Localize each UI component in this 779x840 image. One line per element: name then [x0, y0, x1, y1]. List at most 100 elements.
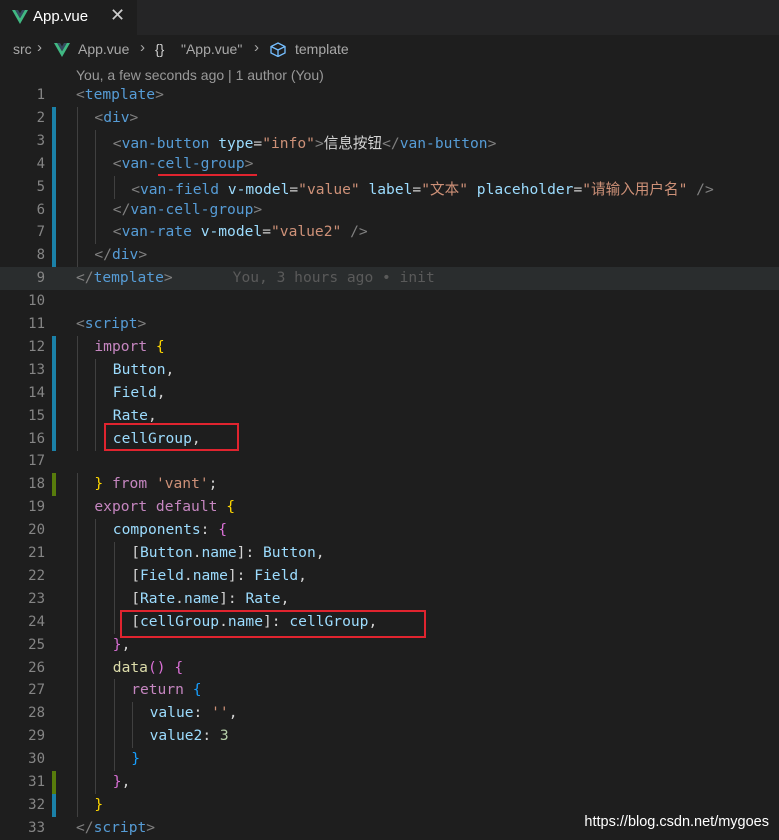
- code-token: v-model: [200, 223, 263, 241]
- code-line[interactable]: 28 value: '',: [0, 702, 779, 726]
- line-number: 20: [28, 522, 45, 539]
- line-number: 33: [28, 819, 45, 836]
- code-line[interactable]: 22 [Field.name]: Field,: [0, 564, 779, 588]
- git-added-indicator[interactable]: [52, 221, 56, 245]
- code-line[interactable]: 30}: [0, 748, 779, 772]
- git-added-indicator[interactable]: [52, 244, 56, 268]
- code-token: }: [94, 475, 104, 493]
- code-line[interactable]: 4 <van-cell-group>: [0, 152, 779, 176]
- code-line[interactable]: 21 [Button.name]: Button,: [0, 542, 779, 565]
- tab-app-vue[interactable]: App.vue ✕: [0, 0, 137, 35]
- code-line[interactable]: 6 </van-cell-group>: [0, 198, 779, 222]
- code-token: "请输入用户名": [582, 180, 688, 198]
- code-text: Button,: [113, 361, 175, 378]
- git-added-indicator[interactable]: [52, 106, 56, 130]
- code-line[interactable]: 19 export default {: [0, 496, 779, 520]
- line-number: 18: [28, 476, 45, 493]
- git-added-indicator[interactable]: [52, 335, 56, 359]
- line-number: 10: [28, 293, 45, 310]
- breadcrumb-file[interactable]: App.vue: [78, 41, 129, 57]
- code-text: <van-field v-model="value" label="文本" pl…: [131, 178, 714, 199]
- git-added-indicator[interactable]: [52, 793, 56, 817]
- line-number: 28: [28, 705, 45, 722]
- code-line[interactable]: 9 </template> You, 3 hours ago • init: [0, 267, 779, 291]
- code-line[interactable]: 27 return {: [0, 679, 779, 703]
- code-line[interactable]: 31},: [0, 771, 779, 794]
- code-token: =: [412, 180, 422, 198]
- indent-guide: [77, 404, 78, 428]
- close-icon[interactable]: ✕: [110, 5, 125, 26]
- line-number: 15: [28, 407, 45, 424]
- line-number: 16: [28, 430, 45, 447]
- code-token: }: [131, 750, 140, 768]
- indent-guide: [95, 679, 97, 703]
- line-number: 24: [28, 613, 45, 630]
- code-text: <van-rate v-model="value2" />: [113, 223, 368, 240]
- code-token: ,: [121, 635, 131, 653]
- indent-guide: [95, 404, 97, 428]
- breadcrumb-src[interactable]: src: [13, 41, 32, 57]
- code-line[interactable]: 23 [Rate.name]: Rate,: [0, 587, 779, 611]
- breadcrumb-template[interactable]: template: [295, 41, 349, 57]
- cube-icon: [270, 42, 286, 57]
- code-line[interactable]: 29 value2: 3: [0, 725, 779, 749]
- code-line[interactable]: 8 </div>: [0, 244, 779, 268]
- git-added-indicator[interactable]: [52, 175, 56, 199]
- code-line[interactable]: 2 <div>: [0, 106, 779, 130]
- code-token: template: [93, 269, 164, 287]
- git-modified-indicator[interactable]: [52, 473, 56, 497]
- git-added-indicator[interactable]: [52, 358, 56, 382]
- code-line[interactable]: 20 components: {: [0, 519, 779, 543]
- codelens-author[interactable]: You, a few seconds ago | 1 author (You): [76, 67, 324, 83]
- indent-guide: [95, 129, 97, 153]
- git-added-indicator[interactable]: [52, 404, 56, 428]
- code-line[interactable]: 1 <template>: [0, 84, 779, 107]
- code-token: <: [112, 223, 122, 241]
- indent-guide: [95, 198, 97, 222]
- git-modified-indicator[interactable]: [52, 771, 56, 794]
- code-token: placeholder: [476, 180, 574, 198]
- code-line[interactable]: 17: [0, 450, 779, 473]
- indent-guide: [77, 427, 78, 451]
- git-added-indicator[interactable]: [52, 198, 56, 222]
- indent-guide: [113, 679, 115, 703]
- git-added-indicator[interactable]: [52, 152, 56, 176]
- code-token: <: [76, 315, 85, 332]
- git-added-indicator[interactable]: [52, 427, 56, 451]
- code-token: >: [487, 134, 497, 152]
- code-token: name: [192, 566, 228, 584]
- code-token: >: [253, 200, 263, 218]
- code-line[interactable]: 14 Field,: [0, 381, 779, 405]
- line-number: 22: [28, 567, 45, 584]
- code-line[interactable]: 18} from 'vant';: [0, 473, 779, 497]
- indent-guide: [77, 335, 78, 359]
- code-token: {: [192, 681, 202, 699]
- code-line[interactable]: 10: [0, 290, 779, 313]
- code-text: return {: [131, 681, 201, 698]
- indent-guide: [77, 152, 78, 176]
- git-added-indicator[interactable]: [52, 381, 56, 405]
- code-line[interactable]: 11 <script>: [0, 313, 779, 336]
- vue-icon: [12, 10, 28, 24]
- chevron-right-icon: ›: [140, 39, 145, 56]
- code-line[interactable]: 13 Button,: [0, 358, 779, 382]
- git-added-indicator[interactable]: [52, 129, 56, 153]
- code-text: value: '',: [150, 704, 238, 721]
- code-token: from: [111, 475, 148, 493]
- breadcrumb-object[interactable]: "App.vue": [181, 41, 242, 57]
- code-token: =: [262, 223, 271, 241]
- indent-guide: [113, 542, 115, 565]
- code-token: =: [573, 180, 583, 198]
- indent-guide: [95, 519, 97, 543]
- code-line[interactable]: 3 <van-button type="info">信息按钮</van-butto…: [0, 129, 779, 153]
- code-line[interactable]: 12 import {: [0, 335, 779, 359]
- code-line[interactable]: 5 <van-field v-model="value" label="文本" p…: [0, 175, 779, 199]
- code-line[interactable]: 7 <van-rate v-model="value2" />: [0, 221, 779, 245]
- code-token: />: [350, 223, 368, 241]
- code-line[interactable]: 26 data() {: [0, 656, 779, 680]
